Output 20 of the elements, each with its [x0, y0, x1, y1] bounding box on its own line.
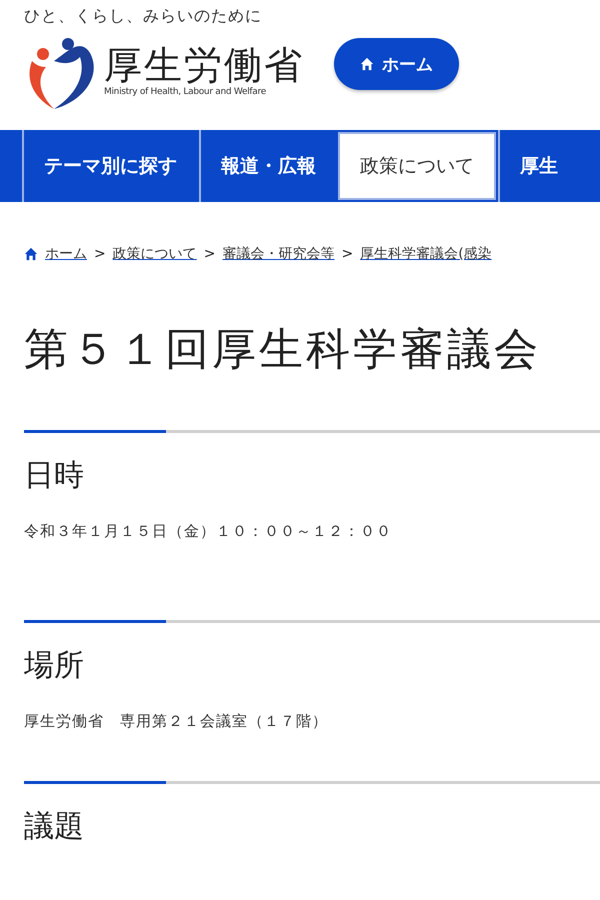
logo-subtitle: Ministry of Health, Labour and Welfare	[104, 86, 267, 97]
breadcrumb-link[interactable]: 政策について	[112, 245, 197, 263]
section-heading: 議題	[24, 808, 84, 846]
breadcrumb-link[interactable]: 厚生科学審議会(感染	[360, 245, 492, 263]
page-title: 第５１回厚生科学審議会	[24, 323, 541, 377]
section-text: 厚生労働省 専用第２１会議室（１７階）	[24, 712, 328, 731]
nav-tab[interactable]: 政策について	[338, 132, 496, 200]
section-text: 令和３年１月１５日（金）１０：００～１２：００	[24, 522, 392, 541]
breadcrumb-separator: >	[94, 246, 106, 262]
breadcrumb-link[interactable]: 審議会・研究会等	[222, 245, 334, 263]
breadcrumb-separator: >	[204, 246, 216, 262]
section-heading: 場所	[24, 647, 84, 685]
home-icon	[24, 247, 38, 261]
breadcrumb-link[interactable]: ホーム	[45, 245, 87, 263]
tagline: ひと、くらし、みらいのために	[24, 6, 262, 27]
section-heading: 日時	[24, 457, 84, 495]
home-button[interactable]: ホーム	[334, 38, 459, 90]
logo-text: 厚生労働省	[104, 45, 304, 87]
breadcrumb-separator: >	[341, 246, 354, 262]
home-icon	[360, 57, 374, 71]
